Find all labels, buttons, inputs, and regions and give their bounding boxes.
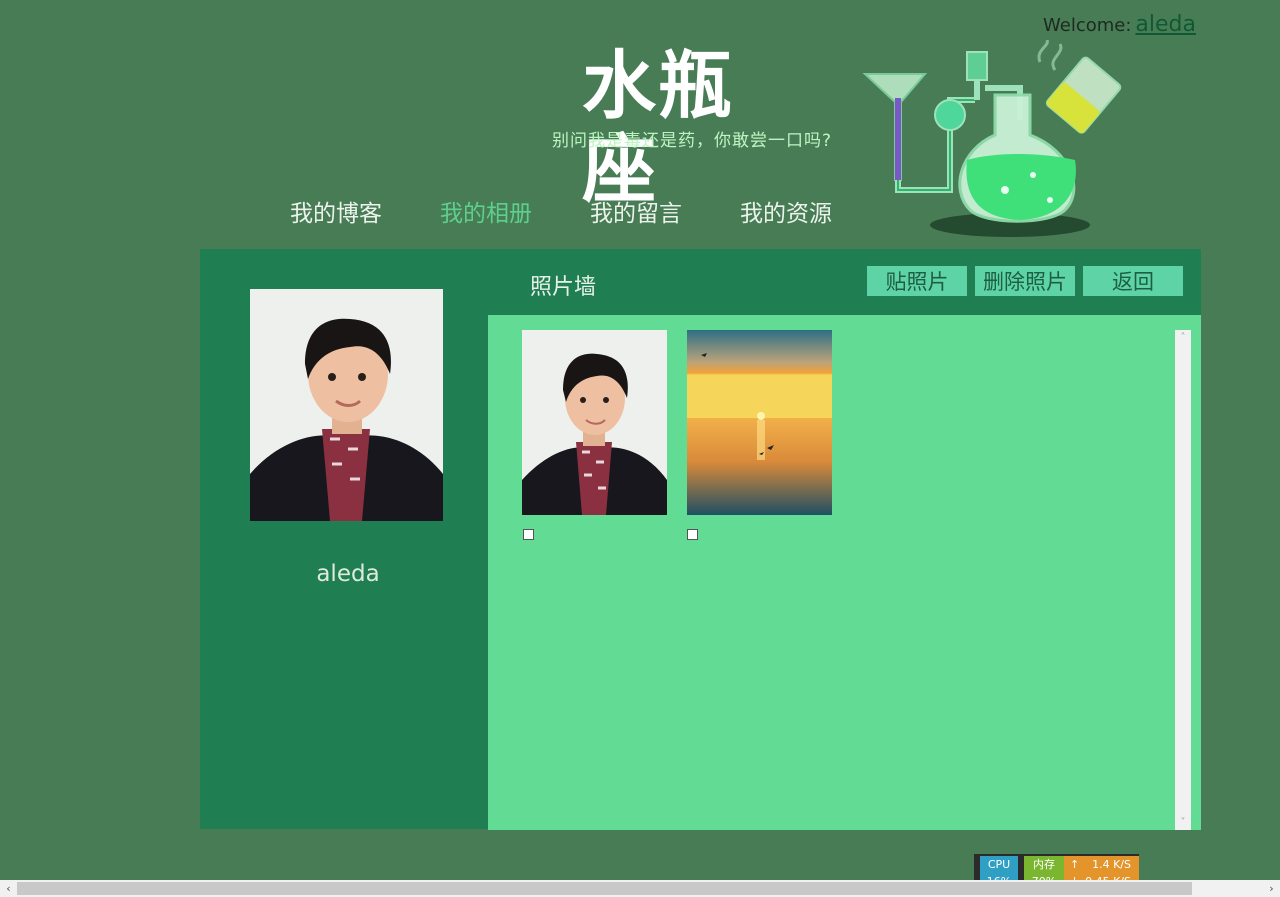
photo-select-checkbox[interactable] <box>523 529 534 540</box>
nav-messages[interactable]: 我的留言 <box>590 194 740 228</box>
photo-wall-title: 照片墙 <box>530 275 597 300</box>
photo-select-checkbox[interactable] <box>687 529 698 540</box>
site-slogan: 别问我是毒还是药，你敢尝一口吗? <box>552 131 833 151</box>
lab-flask-logo <box>862 40 1122 237</box>
scroll-up-arrow-icon[interactable]: ˄ <box>1175 332 1191 343</box>
nav-album[interactable]: 我的相册 <box>440 194 590 228</box>
username-link[interactable]: aleda <box>1135 12 1196 37</box>
nav-blog[interactable]: 我的博客 <box>290 194 440 228</box>
avatar[interactable] <box>250 289 443 521</box>
nav-resources[interactable]: 我的资源 <box>740 194 890 228</box>
scroll-left-arrow-icon[interactable]: ‹ <box>0 880 17 897</box>
post-photo-button[interactable]: 贴照片 <box>867 266 967 296</box>
photo-thumbnail-sunset[interactable] <box>687 330 832 515</box>
memory-label: 内存 <box>1033 858 1055 871</box>
back-button[interactable]: 返回 <box>1083 266 1183 296</box>
upload-arrow-icon: ↑ <box>1070 858 1080 871</box>
upload-speed: 1.4 K/S <box>1092 858 1131 871</box>
scroll-right-arrow-icon[interactable]: › <box>1263 880 1280 897</box>
main-nav: 我的博客 我的相册 我的留言 我的资源 <box>290 194 890 228</box>
photo-wall-scrollbar[interactable]: ˄ ˅ <box>1175 330 1191 830</box>
profile-name: aleda <box>316 561 380 587</box>
profile-panel: aleda <box>200 249 488 829</box>
scroll-down-arrow-icon[interactable]: ˅ <box>1175 817 1191 828</box>
photo-wall: ˄ ˅ <box>488 315 1201 830</box>
scrollbar-thumb[interactable] <box>17 882 1192 895</box>
photo-wall-header: 照片墙 贴照片 删除照片 返回 <box>488 249 1201 315</box>
photo-thumbnail-portrait[interactable] <box>522 330 667 515</box>
delete-photo-button[interactable]: 删除照片 <box>975 266 1075 296</box>
welcome-text: Welcome: aleda <box>1043 12 1196 37</box>
welcome-label: Welcome: <box>1043 15 1132 36</box>
page-horizontal-scrollbar[interactable]: ‹ › <box>0 880 1280 897</box>
cpu-label: CPU <box>987 858 1011 871</box>
